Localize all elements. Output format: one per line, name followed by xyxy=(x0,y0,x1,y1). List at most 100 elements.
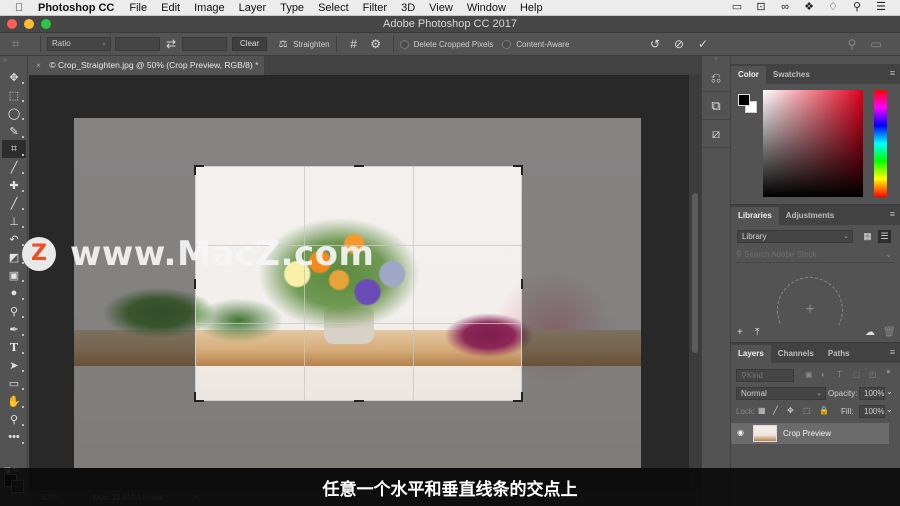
crop-handle-left[interactable] xyxy=(194,279,196,289)
cancel-icon[interactable]: ⊘ xyxy=(672,37,686,51)
panel-menu-icon[interactable]: ≡ xyxy=(890,68,895,78)
gear-icon[interactable]: ⚙ xyxy=(365,37,387,51)
tab-color[interactable]: Color xyxy=(731,66,766,84)
overlay-grid-icon[interactable]: # xyxy=(343,37,365,51)
lock-artboard-icon[interactable]: ⬚ xyxy=(803,406,811,419)
filter-pixel-icon[interactable]: ▣ xyxy=(805,370,813,383)
lock-all-icon[interactable]: 🔒 xyxy=(819,406,829,419)
crop-box[interactable] xyxy=(194,165,523,402)
lock-image-icon[interactable]: ╱ xyxy=(773,406,778,419)
menu-type[interactable]: Type xyxy=(280,2,304,14)
gradient-tool-icon[interactable]: ▣ xyxy=(2,266,26,284)
device-preview-icon[interactable]: ⧄ xyxy=(702,120,730,148)
menu-file[interactable]: File xyxy=(129,2,147,14)
menu-filter[interactable]: Filter xyxy=(363,2,387,14)
upload-icon[interactable]: ⤒ xyxy=(755,327,759,338)
vertical-scrollbar[interactable] xyxy=(689,75,701,506)
panel-menu-icon[interactable]: ≡ xyxy=(890,209,895,219)
panel-collapse-icon[interactable]: « xyxy=(702,56,730,64)
fill-chevron-icon[interactable]: ⌄ xyxy=(886,405,893,418)
width-field[interactable] xyxy=(115,37,160,51)
crop-handle-bottom[interactable] xyxy=(354,400,364,402)
chevron-down-icon[interactable]: ⌄ xyxy=(885,250,892,259)
color-field[interactable] xyxy=(763,90,863,197)
filter-smart-object-icon[interactable]: ◰ xyxy=(869,370,877,383)
close-document-icon[interactable]: × xyxy=(36,60,41,70)
filter-toggle-icon[interactable]: ● xyxy=(886,367,891,380)
layer-filter-select[interactable]: ⚲Kind xyxy=(736,369,794,382)
add-element-icon[interactable]: + xyxy=(737,327,743,338)
tab-paths[interactable]: Paths xyxy=(821,345,857,363)
creative-cloud-icon[interactable]: ∞ xyxy=(778,1,792,13)
menu-image[interactable]: Image xyxy=(194,2,225,14)
opacity-chevron-icon[interactable]: ⌄ xyxy=(886,387,893,400)
scrollbar-thumb[interactable] xyxy=(692,193,698,353)
crop-tool-icon[interactable]: ⌗ xyxy=(2,140,26,158)
crop-tool-preset-icon[interactable]: ⌗ xyxy=(12,36,34,52)
stock-search-input[interactable]: ⚲ Search Adobe Stock ⌄ xyxy=(736,250,894,263)
list-view-icon[interactable]: ☰ xyxy=(878,230,891,243)
workspace-icon[interactable]: ▭ xyxy=(869,37,883,51)
clone-stamp-tool-icon[interactable]: ⊥ xyxy=(2,212,26,230)
tab-libraries[interactable]: Libraries xyxy=(731,207,779,225)
swap-dimensions-icon[interactable]: ⇄ xyxy=(160,37,182,51)
hand-tool-icon[interactable]: ✋ xyxy=(2,392,26,410)
clear-button[interactable]: Clear xyxy=(232,37,268,51)
straighten-button[interactable]: Straighten xyxy=(293,40,329,49)
type-tool-icon[interactable]: T xyxy=(2,338,26,356)
crop-handle-bottom-left[interactable] xyxy=(194,392,204,402)
menu-select[interactable]: Select xyxy=(318,2,349,14)
quick-selection-tool-icon[interactable]: ✎ xyxy=(2,122,26,140)
tab-swatches[interactable]: Swatches xyxy=(766,66,817,84)
height-field[interactable] xyxy=(182,37,227,51)
hue-slider[interactable] xyxy=(874,90,887,197)
history-brush-tool-icon[interactable]: ↶ xyxy=(2,230,26,248)
spotlight-search-icon[interactable]: ⚲ xyxy=(850,1,864,13)
search-icon[interactable]: ⚲ xyxy=(845,37,859,51)
notification-list-icon[interactable]: ☰ xyxy=(874,1,888,13)
more-tools-icon[interactable]: ••• xyxy=(2,428,26,446)
filter-adjustment-icon[interactable]: ◐ xyxy=(821,370,826,383)
crop-handle-right[interactable] xyxy=(521,279,523,289)
path-selection-tool-icon[interactable]: ➤ xyxy=(2,356,26,374)
pen-tool-icon[interactable]: ✒ xyxy=(2,320,26,338)
crop-handle-top[interactable] xyxy=(354,165,364,167)
marquee-tool-icon[interactable]: ⬚ xyxy=(2,86,26,104)
apple-icon[interactable]:  xyxy=(12,2,26,14)
filter-type-icon[interactable]: T xyxy=(837,370,842,383)
lock-position-icon[interactable]: ✥ xyxy=(787,406,794,419)
tab-adjustments[interactable]: Adjustments xyxy=(779,207,841,225)
screen-record-icon[interactable]: ⊡ xyxy=(754,1,768,13)
foreground-color-chip[interactable] xyxy=(738,94,750,106)
content-aware-checkbox[interactable] xyxy=(502,39,512,49)
eyedropper-tool-icon[interactable]: ╱ xyxy=(2,158,26,176)
filter-shape-icon[interactable]: ⬚ xyxy=(853,370,861,383)
zoom-tool-icon[interactable]: ⚲ xyxy=(2,410,26,428)
menu-help[interactable]: Help xyxy=(520,2,543,14)
ratio-select[interactable]: Ratio ⌄ xyxy=(47,37,111,51)
reset-icon[interactable]: ↺ xyxy=(648,37,662,51)
menu-layer[interactable]: Layer xyxy=(239,2,267,14)
menu-edit[interactable]: Edit xyxy=(161,2,180,14)
layer-row[interactable]: ◉ Crop Preview xyxy=(731,423,889,444)
tab-channels[interactable]: Channels xyxy=(771,345,821,363)
dropbox-icon[interactable]: ❖ xyxy=(802,1,816,13)
menu-window[interactable]: Window xyxy=(467,2,506,14)
rectangle-tool-icon[interactable]: ▭ xyxy=(2,374,26,392)
delete-cropped-pixels-checkbox[interactable] xyxy=(399,39,409,49)
document-tab[interactable]: × © Crop_Straighten.jpg @ 50% (Crop Prev… xyxy=(28,56,265,75)
commit-checkmark-icon[interactable]: ✓ xyxy=(696,37,710,51)
crop-handle-top-left[interactable] xyxy=(194,165,204,175)
wifi-icon[interactable]: ♢ xyxy=(826,1,840,13)
healing-brush-tool-icon[interactable]: ✚ xyxy=(2,176,26,194)
trash-icon[interactable]: 🗑 xyxy=(883,327,896,338)
blur-tool-icon[interactable]: ● xyxy=(2,284,26,302)
blend-mode-select[interactable]: Normal ⌄ xyxy=(736,387,826,400)
panel-menu-icon[interactable]: ≡ xyxy=(890,347,895,357)
lasso-tool-icon[interactable]: ◯ xyxy=(2,104,26,122)
tab-layers[interactable]: Layers xyxy=(731,345,771,363)
brush-tool-icon[interactable]: ╱ xyxy=(2,194,26,212)
lock-transparent-icon[interactable]: ▦ xyxy=(758,406,766,419)
move-tool-icon[interactable]: ✥ xyxy=(2,68,26,86)
fill-field[interactable]: 100% xyxy=(859,405,885,418)
